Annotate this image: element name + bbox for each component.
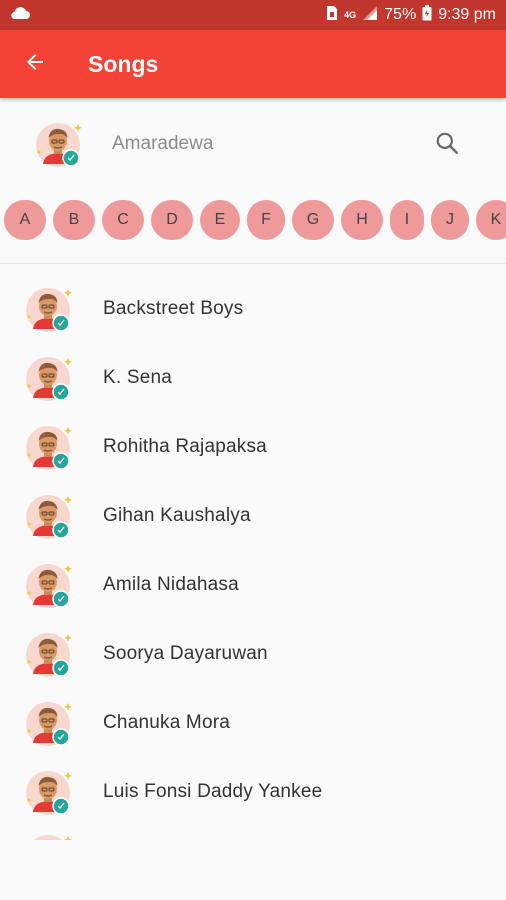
search-input[interactable] xyxy=(112,133,402,155)
alphabet-chip-k[interactable]: K xyxy=(476,200,506,240)
list-item[interactable]: Gihan Kaushalya xyxy=(0,481,506,550)
cloud-icon xyxy=(10,6,30,25)
search-button[interactable] xyxy=(430,128,464,162)
list-item[interactable]: K. Sena xyxy=(0,343,506,412)
page-title: Songs xyxy=(88,50,159,77)
artist-avatar xyxy=(24,421,76,473)
user-avatar xyxy=(34,118,86,170)
artist-name: Luis Fonsi Daddy Yankee xyxy=(103,780,323,802)
alphabet-chip-j[interactable]: J xyxy=(431,200,469,240)
artist-name: K. Sena xyxy=(103,366,173,388)
artist-avatar xyxy=(24,283,76,335)
artist-avatar xyxy=(24,766,76,818)
artist-name: Backstreet Boys xyxy=(103,297,244,319)
artist-list: Backstreet Boys K. Sena Rohitha Rajapaksa G… xyxy=(0,274,506,826)
alphabet-chip-g[interactable]: G xyxy=(292,200,334,240)
list-item[interactable]: Amila Nidahasa xyxy=(0,550,506,619)
alphabet-chip-e[interactable]: E xyxy=(200,200,240,240)
alphabet-chip-d[interactable]: D xyxy=(151,200,193,240)
alphabet-chip-h[interactable]: H xyxy=(341,200,383,240)
alphabet-chip-b[interactable]: B xyxy=(53,200,95,240)
search-row xyxy=(0,108,506,180)
arrow-back-icon xyxy=(23,50,47,79)
list-item-partial xyxy=(0,830,506,840)
status-bar: 4G 75% 9:39 pm xyxy=(0,0,506,30)
list-item[interactable]: Rohitha Rajapaksa xyxy=(0,412,506,481)
artist-name: Rohitha Rajapaksa xyxy=(103,435,267,457)
battery-icon xyxy=(422,4,432,26)
artist-name: Gihan Kaushalya xyxy=(103,504,251,526)
alphabet-chip-i[interactable]: I xyxy=(390,200,424,240)
alphabet-chip-f[interactable]: F xyxy=(247,200,285,240)
alphabet-chip-c[interactable]: C xyxy=(102,200,144,240)
sim-icon xyxy=(326,5,338,26)
artist-avatar xyxy=(24,830,76,840)
artist-avatar xyxy=(24,559,76,611)
list-item[interactable]: Backstreet Boys xyxy=(0,274,506,343)
list-item[interactable]: Soorya Dayaruwan xyxy=(0,619,506,688)
network-type-label: 4G xyxy=(344,10,357,20)
back-button[interactable] xyxy=(0,30,70,98)
clock: 9:39 pm xyxy=(438,6,496,23)
artist-name: Soorya Dayaruwan xyxy=(103,642,268,664)
artist-name: Amila Nidahasa xyxy=(103,573,239,595)
divider xyxy=(0,263,506,264)
artist-avatar xyxy=(24,490,76,542)
alphabet-chip-a[interactable]: A xyxy=(4,200,46,240)
list-item[interactable]: Luis Fonsi Daddy Yankee xyxy=(0,757,506,826)
app-bar: Songs xyxy=(0,30,506,98)
search-icon xyxy=(434,130,460,161)
artist-avatar xyxy=(24,628,76,680)
battery-percent: 75% xyxy=(384,6,417,23)
artist-avatar xyxy=(24,352,76,404)
list-item[interactable]: Chanuka Mora xyxy=(0,688,506,757)
alphabet-filter: ABCDEFGHIJK xyxy=(4,200,506,242)
artist-avatar xyxy=(24,697,76,749)
signal-icon xyxy=(362,5,378,26)
artist-name: Chanuka Mora xyxy=(103,711,231,733)
